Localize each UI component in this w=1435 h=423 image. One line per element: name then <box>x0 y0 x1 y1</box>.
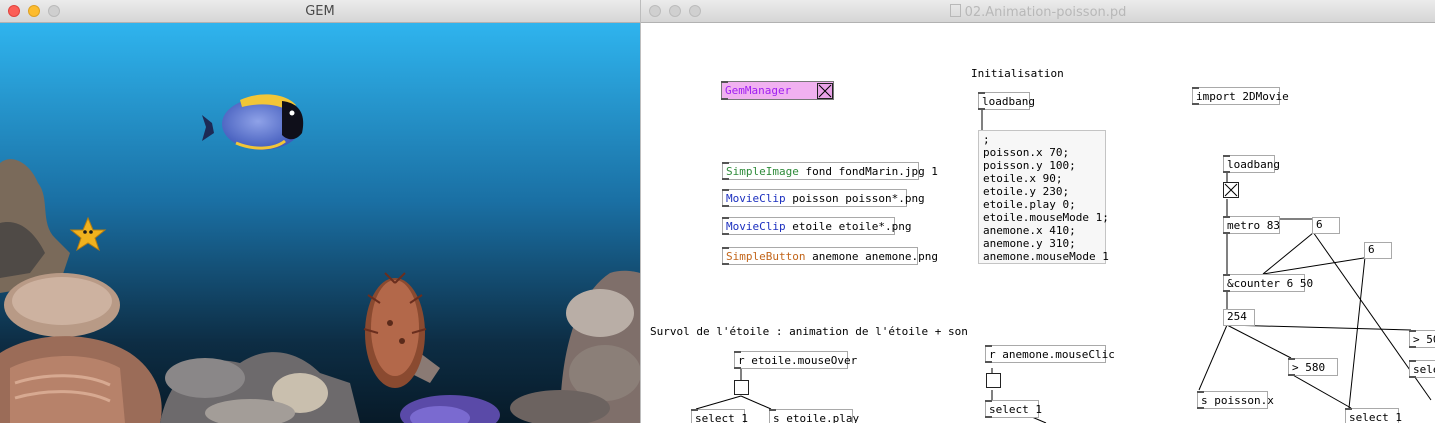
movieclip-poisson-args: poisson poisson*.png <box>785 192 925 205</box>
init-message-box[interactable]: ; poisson.x 70; poisson.y 100; etoile.x … <box>978 130 1109 264</box>
select-1-anemone-object[interactable]: select 1 <box>985 400 1042 418</box>
movieclip-class: MovieClip <box>726 192 786 205</box>
select-1-etoile-object[interactable]: select 1 <box>691 409 748 423</box>
simplebutton-object[interactable]: SimpleButton anemone anemone.png <box>722 247 938 265</box>
number-box-254[interactable]: 254 <box>1223 309 1255 326</box>
gemmanager-label: GemManager <box>725 84 792 97</box>
movieclip-poisson-object[interactable]: MovieClip poisson poisson*.png <box>722 189 925 207</box>
toggle-cross-icon <box>1224 183 1238 197</box>
underwater-scene <box>0 23 640 423</box>
number-box-6-lower[interactable]: 6 <box>1364 242 1392 259</box>
gem-window: GEM <box>0 0 640 423</box>
greater-than-580-object[interactable]: > 580 <box>1288 358 1338 376</box>
gem-window-title: GEM <box>305 4 335 19</box>
simpleimage-object[interactable]: SimpleImage fond fondMarin.jpg 1 <box>722 162 938 180</box>
simplebutton-args: anemone anemone.png <box>805 250 938 263</box>
toggle-cross-icon <box>818 84 832 98</box>
movieclip-class: MovieClip <box>726 220 786 233</box>
comment-initialisation: Initialisation <box>971 67 1064 80</box>
counter-object[interactable]: &counter 6 50 <box>1223 274 1313 292</box>
number-box-6-upper[interactable]: 6 <box>1312 217 1340 234</box>
gemmanager-object[interactable]: GemManager <box>721 81 834 100</box>
simpleimage-args: fond fondMarin.jpg 1 <box>798 165 938 178</box>
movieclip-etoile-object[interactable]: MovieClip etoile etoile*.png <box>722 217 911 235</box>
bang-anemone[interactable] <box>986 373 1001 388</box>
pd-patch-window: 02.Animation-poisson.pd Initialisation S… <box>641 0 1435 423</box>
bang-etoile[interactable] <box>734 380 749 395</box>
select-object-cut[interactable]: sele <box>1409 360 1435 378</box>
simpleimage-class: SimpleImage <box>726 165 799 178</box>
send-poisson-x-object[interactable]: s poisson.x <box>1197 391 1274 409</box>
loadbang-right-object[interactable]: loadbang <box>1223 155 1280 173</box>
gem-titlebar: GEM <box>0 0 640 23</box>
metro-toggle[interactable] <box>1223 182 1239 198</box>
gemmanager-toggle[interactable] <box>817 83 833 99</box>
send-etoile-play-object[interactable]: s etoile.play <box>769 409 859 423</box>
receive-etoile-mouseover-object[interactable]: r etoile.mouseOver <box>734 351 857 369</box>
simplebutton-class: SimpleButton <box>726 250 806 263</box>
select-1-right-object[interactable]: select 1 <box>1345 408 1402 423</box>
metro-object[interactable]: metro 83 <box>1223 216 1280 234</box>
receive-anemone-mouseclic-object[interactable]: r anemone.mouseClic <box>985 345 1115 363</box>
greater-than-50-object[interactable]: > 50 <box>1409 330 1435 348</box>
movieclip-etoile-args: etoile etoile*.png <box>785 220 912 233</box>
comment-survol-etoile: Survol de l'étoile : animation de l'étoi… <box>650 325 968 338</box>
loadbang-init-object[interactable]: loadbang <box>978 92 1035 110</box>
import-2dmovie-object[interactable]: import 2DMovie <box>1192 87 1289 105</box>
